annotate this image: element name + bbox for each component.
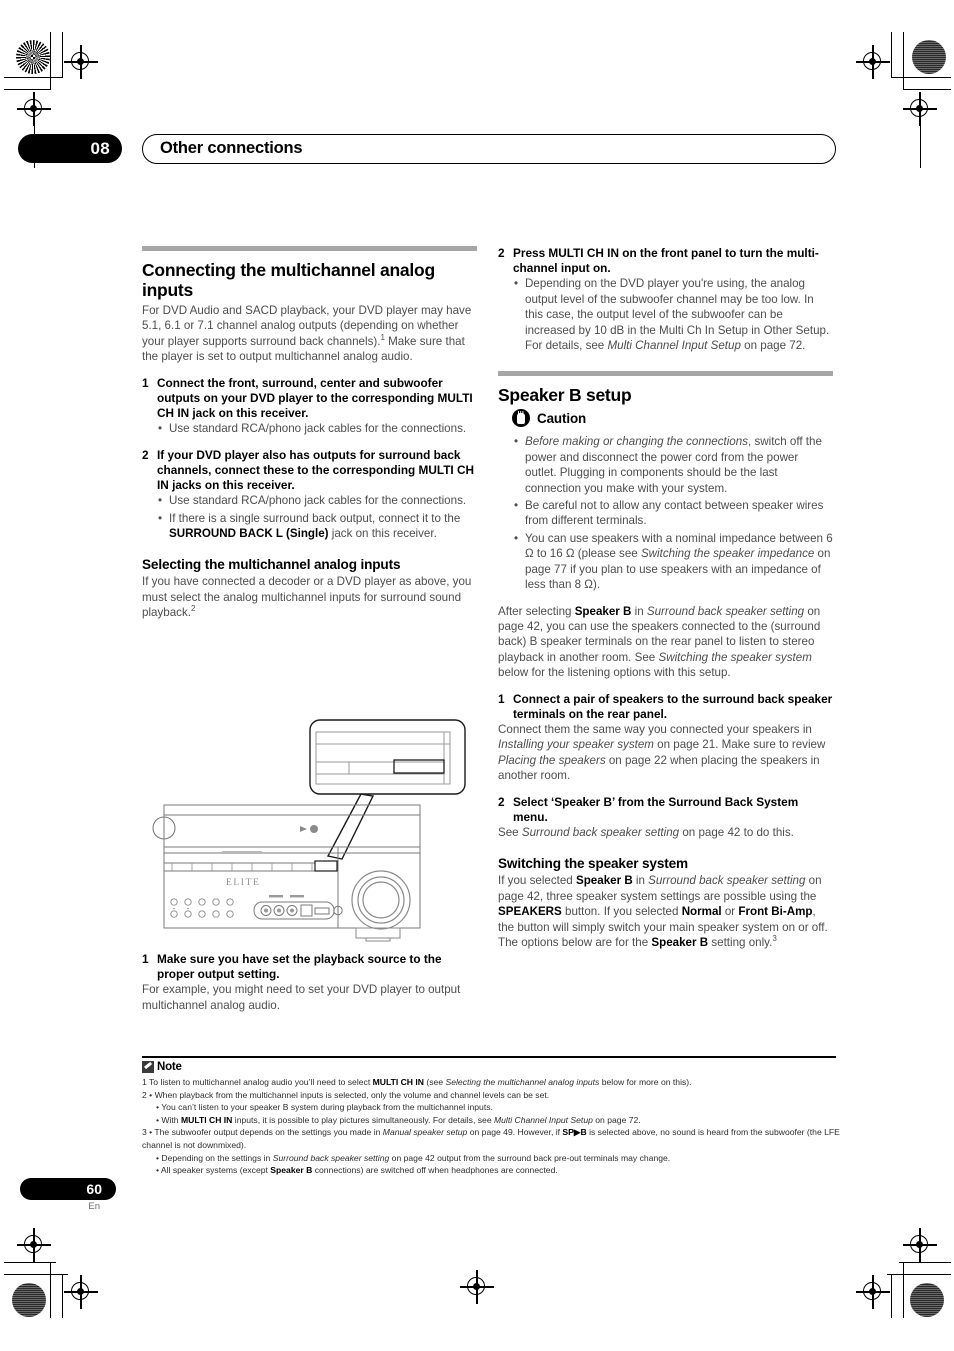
left-column-lower: 1 Make sure you have set the playback sou… — [142, 952, 477, 1013]
footnote-2-sub-b: • With MULTI CH IN inputs, it is possibl… — [156, 1114, 641, 1125]
step-text: Press MULTI CH IN on the front panel to … — [513, 246, 819, 276]
crop-line-br-h1 — [899, 1262, 951, 1264]
registration-mark-top-left-a — [64, 45, 98, 79]
list-item: Use standard RCA/phono jack cables for t… — [158, 421, 477, 437]
density-patch-top-left — [16, 40, 50, 74]
step-number: 2 — [498, 794, 505, 809]
footnote-3-sub-a: • Depending on the settings in Surround … — [156, 1152, 671, 1163]
crop-line-tl-h1 — [4, 77, 62, 79]
caution-bullet-list: Before making or changing the connection… — [498, 434, 833, 592]
crop-line-bl-v2 — [62, 1274, 64, 1318]
step-text: Connect a pair of speakers to the surrou… — [513, 691, 833, 721]
footnote-3: 3 • The subwoofer output depends on the … — [142, 1127, 840, 1150]
registration-mark-bottom-right-b — [856, 1275, 890, 1309]
switching-speaker-system-body: If you selected Speaker B in Surround ba… — [498, 874, 828, 949]
step-c-body: Connect them the same way you connected … — [498, 722, 826, 783]
footnote-divider — [142, 1056, 836, 1058]
note-label: Note — [157, 1061, 182, 1073]
subsection-heading-switching-speaker-system: Switching the speaker system — [498, 856, 688, 872]
step-text: Connect the front, surround, center and … — [157, 375, 473, 421]
step-2-surround-back-channels: 2 If your DVD player also has outputs for… — [142, 448, 477, 494]
left-column: Connecting the multichannel analog input… — [142, 246, 477, 621]
note-header: Note — [142, 1061, 182, 1073]
registration-mark-bottom-left-a — [17, 1228, 51, 1262]
registration-mark-top-right-a — [856, 45, 890, 79]
step-number: 1 — [142, 375, 149, 390]
step-a-playback-source: 1 Make sure you have set the playback sou… — [142, 952, 477, 982]
crop-line-bl-h1 — [4, 1262, 56, 1264]
section-heading-speaker-b-setup: Speaker B setup — [498, 385, 632, 406]
step-d-select-speaker-b: 2 Select ‘Speaker B’ from the Surround Ba… — [498, 795, 833, 825]
intro-paragraph: For DVD Audio and SACD playback, your DV… — [142, 304, 472, 364]
list-item: Be careful not to allow any contact betw… — [514, 498, 833, 529]
step-c-connect-speakers: 1 Connect a pair of speakers to the surro… — [498, 692, 833, 722]
density-patch-bottom-right — [910, 1283, 944, 1317]
right-column: 2 Press MULTI CH IN on the front panel to… — [498, 246, 833, 950]
list-item: Use standard RCA/phono jack cables for t… — [158, 493, 477, 509]
section-heading-connecting-multichannel: Connecting the multichannel analog input… — [142, 260, 435, 300]
step-text: If your DVD player also has outputs for … — [157, 447, 475, 493]
crop-line-bl-h2 — [4, 1274, 68, 1276]
crop-line-tl-v1 — [50, 32, 52, 90]
section-rule — [498, 371, 833, 377]
list-item: You can use speakers with a nominal impe… — [514, 531, 833, 593]
page-language-code: En — [88, 1201, 100, 1212]
step-b-bullet-list: Depending on the DVD player you're using… — [498, 276, 833, 353]
crop-line-right-long — [919, 108, 921, 168]
crop-line-br-h2 — [887, 1274, 951, 1276]
registration-mark-bottom-left-b — [64, 1275, 98, 1309]
step-number: 2 — [498, 246, 505, 260]
caution-label: Caution — [537, 410, 587, 426]
receiver-front-panel-illustration: ELITE — [142, 716, 482, 944]
caution-header: Caution — [512, 409, 833, 428]
footnote-1: 1 To listen to multichannel analog audio… — [142, 1077, 692, 1087]
step-number: 1 — [142, 952, 149, 966]
step-a-body: For example, you might need to set your … — [142, 983, 461, 1012]
density-patch-top-right — [912, 40, 946, 74]
subsection-heading-selecting-inputs: Selecting the multichannel analog inputs — [142, 557, 401, 573]
footnote-2: 2 • When playback from the multichannel … — [142, 1089, 550, 1100]
footnote-list: 1 To listen to multichannel analog audio… — [142, 1076, 842, 1177]
step-number: 2 — [142, 447, 149, 462]
crop-line-br-v2 — [891, 1274, 893, 1318]
step-text: Make sure you have set the playback sour… — [157, 952, 442, 982]
crop-line-tr-v2 — [903, 32, 905, 90]
crop-line-br-v1 — [903, 1262, 905, 1318]
footnote-2-sub-a: • You can’t listen to your speaker B sys… — [156, 1102, 493, 1113]
crop-line-tl-h2 — [4, 89, 51, 91]
crop-line-tr-v1 — [891, 32, 893, 78]
registration-mark-bottom-right-a — [903, 1228, 937, 1262]
step-2-bullet-list: Use standard RCA/phono jack cables for t… — [142, 493, 477, 541]
step-b-press-multi-ch-in: 2 Press MULTI CH IN on the front panel to… — [498, 246, 833, 276]
list-item: Before making or changing the connection… — [514, 434, 833, 496]
list-item: If there is a single surround back outpu… — [158, 511, 477, 542]
list-item: Depending on the DVD player you're using… — [514, 276, 833, 353]
step-text: Select ‘Speaker B’ from the Surround Bac… — [513, 794, 799, 824]
subsection-intro-paragraph: If you have connected a decoder or a DVD… — [142, 575, 472, 620]
step-1-bullet-list: Use standard RCA/phono jack cables for t… — [142, 421, 477, 437]
step-d-body: See Surround back speaker setting on pag… — [498, 825, 794, 839]
after-selecting-paragraph: After selecting Speaker B in Surround ba… — [498, 604, 821, 680]
chapter-number-badge: 08 — [18, 134, 122, 163]
step-number: 1 — [498, 691, 505, 706]
caution-hand-icon — [512, 409, 530, 428]
footnote-3-sub-b: • All speaker systems (except Speaker B … — [156, 1165, 558, 1176]
pencil-icon — [142, 1061, 154, 1073]
crop-line-tr-h2 — [903, 89, 951, 91]
crop-line-tr-h1 — [891, 77, 951, 79]
elite-wordmark: ELITE — [226, 878, 260, 888]
crop-line-bl-v1 — [50, 1262, 52, 1318]
density-patch-bottom-left — [12, 1283, 46, 1317]
page-title: Other connections — [160, 139, 303, 157]
registration-mark-bottom-center — [460, 1270, 494, 1304]
step-1-connect-outputs: 1 Connect the front, surround, center and… — [142, 376, 477, 422]
crop-line-tl-v2 — [62, 32, 64, 78]
page-number-badge: 60 — [20, 1178, 116, 1200]
section-rule — [142, 246, 477, 251]
